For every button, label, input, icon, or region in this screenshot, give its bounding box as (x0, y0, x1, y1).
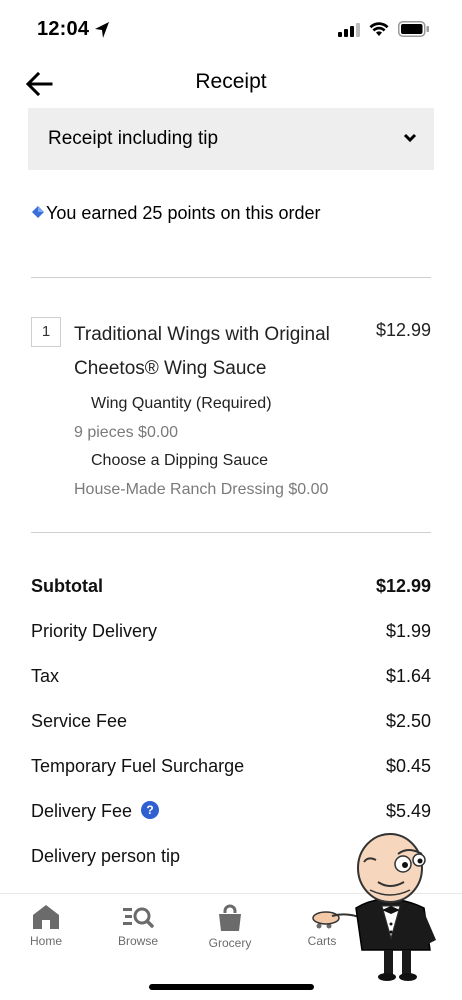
item-name: Traditional Wings with Original Cheetos®… (74, 324, 330, 379)
tab-label: Grocery (208, 936, 252, 950)
wifi-icon (369, 22, 389, 36)
summary-row-fuel-surcharge: Temporary Fuel Surcharge $0.45 (31, 756, 431, 782)
browse-icon (123, 907, 154, 928)
summary-label: Delivery person tip (31, 846, 181, 866)
summary-value: $1.99 (385, 621, 431, 641)
summary-value: $5.49 (385, 801, 431, 821)
grocery-bag-icon (219, 904, 241, 931)
rewards-points-message: You earned 25 points on this order (31, 203, 321, 224)
summary-row-subtotal: Subtotal $12.99 (31, 576, 431, 602)
summary-row-tax: Tax $1.64 (31, 666, 431, 692)
chevron-down-icon (403, 133, 417, 143)
divider (31, 277, 431, 278)
tab-grocery[interactable]: Grocery (184, 904, 276, 950)
summary-label: Service Fee (31, 711, 128, 731)
tab-label: Home (29, 934, 62, 948)
rewards-diamond-icon (32, 206, 44, 219)
summary-label: Delivery Fee? (31, 801, 160, 822)
help-icon[interactable]: ? (141, 801, 160, 819)
modifier-title: Choose a Dipping Sauce (91, 452, 269, 469)
summary-label-text: Delivery Fee (31, 801, 133, 821)
summary-row-service-fee: Service Fee $2.50 (31, 711, 431, 737)
summary-value: $1.64 (385, 666, 431, 686)
tab-home[interactable]: Home (0, 904, 92, 948)
tab-label: Browse (117, 934, 158, 948)
modifier-value: House-Made Ranch Dressing $0.00 (74, 481, 329, 498)
summary-label: Tax (31, 666, 60, 686)
status-time: 12:04 (37, 18, 90, 40)
summary-label: Temporary Fuel Surcharge (31, 756, 245, 776)
item-quantity: 1 (31, 317, 61, 347)
page-title: Receipt (195, 70, 267, 93)
tab-browse[interactable]: Browse (92, 904, 184, 948)
summary-value: $2.50 (385, 711, 431, 731)
home-icon (33, 905, 59, 929)
summary-value: $12.99 (375, 576, 431, 596)
waiter-mascot-image (312, 833, 436, 981)
location-arrow-icon (95, 22, 109, 38)
rewards-points-text: You earned 25 points on this order (46, 203, 321, 223)
cellular-signal-icon (338, 23, 360, 37)
nav-header: Receipt (0, 60, 462, 106)
receipt-type-selected: Receipt including tip (48, 128, 219, 149)
status-bar: 12:04 (0, 0, 462, 60)
summary-label: Subtotal (31, 576, 103, 596)
receipt-type-dropdown[interactable]: Receipt including tip (28, 108, 434, 170)
battery-icon (398, 21, 429, 37)
summary-value: $0.45 (385, 756, 431, 776)
modifier-value: 9 pieces $0.00 (74, 424, 179, 441)
modifier-title: Wing Quantity (Required) (91, 395, 272, 412)
item-price: $12.99 (375, 320, 431, 340)
home-indicator (149, 984, 314, 990)
summary-label: Priority Delivery (31, 621, 158, 641)
summary-row-priority-delivery: Priority Delivery $1.99 (31, 621, 431, 647)
divider (31, 532, 431, 533)
